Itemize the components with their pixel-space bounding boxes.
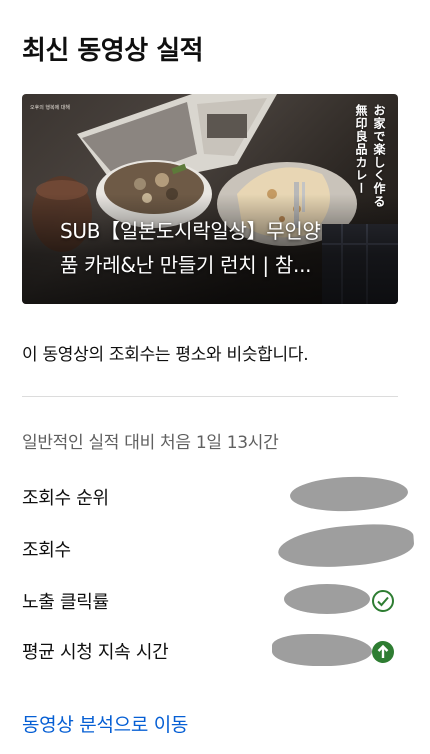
thumbnail-caption-line1: 오후의 행복에 대해 <box>30 105 70 111</box>
metric-row-view-rank: 조회수 순위 <box>22 474 409 514</box>
thumbnail-caption: 오후의 행복에 대해 <box>30 104 70 112</box>
video-title[interactable]: SUB【일본도시락일상】무인양 품 카레&난 만들기 런치 | 참... <box>60 214 352 282</box>
metric-row-ctr: 노출 클릭률 <box>22 582 398 616</box>
comparison-period: 일반적인 실적 대비 처음 1일 13시간 <box>22 433 279 453</box>
thumbnail-vertical-text-2: 無印良品カレー <box>354 104 368 195</box>
thumbnail-vertical-text-1: お家で楽しく作る <box>372 104 386 208</box>
redacted-value <box>284 584 370 614</box>
video-title-line2: 품 카레&난 만들기 런치 | 참... <box>60 253 312 277</box>
metric-label: 노출 클릭률 <box>22 592 109 613</box>
metric-row-avg-view-duration: 평균 시청 지속 시간 <box>22 632 398 666</box>
metric-label: 조회수 순위 <box>22 488 109 509</box>
metric-label: 조회수 <box>22 540 71 561</box>
performance-summary: 이 동영상의 조회수는 평소와 비슷합니다. <box>22 345 309 365</box>
card-title: 최신 동영상 실적 <box>22 36 204 66</box>
metric-row-views: 조회수 <box>22 521 416 571</box>
redacted-value <box>272 634 372 666</box>
divider <box>22 396 398 397</box>
video-title-line1: SUB【일본도시락일상】무인양 <box>60 219 321 243</box>
check-circle-icon <box>372 590 394 612</box>
arrow-up-circle-icon <box>372 641 394 663</box>
redacted-value <box>276 521 416 571</box>
go-to-video-analytics-link[interactable]: 동영상 분석으로 이동 <box>22 710 188 737</box>
redacted-value <box>289 474 409 514</box>
metric-label: 평균 시청 지속 시간 <box>22 642 169 663</box>
thumbnail-vertical-text: お家で楽しく作る 無印良品カレー <box>350 104 386 208</box>
latest-video-performance-card: 최신 동영상 실적 오후의 행복에 대해 お家で楽しく作る 無印良品カレー SU… <box>0 0 430 754</box>
video-thumbnail[interactable]: 오후의 행복에 대해 お家で楽しく作る 無印良品カレー SUB【일본도시락일상】… <box>22 94 398 304</box>
